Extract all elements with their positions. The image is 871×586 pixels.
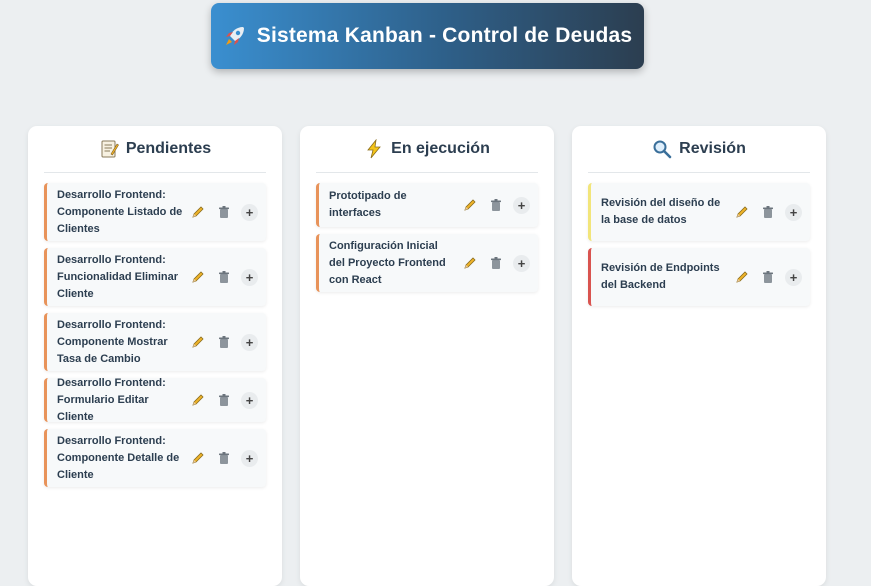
task-card[interactable]: Desarrollo Frontend: Componente Listado … xyxy=(44,183,266,241)
add-button[interactable]: + xyxy=(785,203,802,221)
pencil-icon[interactable] xyxy=(733,204,750,221)
trash-icon[interactable] xyxy=(487,255,504,272)
task-card[interactable]: Revisión de Endpoints del Backend + xyxy=(588,248,810,306)
rocket-icon xyxy=(223,24,247,48)
task-card-text: Configuración Inicial del Proyecto Front… xyxy=(329,239,446,286)
task-card[interactable]: Desarrollo Frontend: Componente Detalle … xyxy=(44,429,266,487)
add-button[interactable]: + xyxy=(241,268,258,286)
trash-icon[interactable] xyxy=(759,269,776,286)
task-card[interactable]: Prototipado de interfaces + xyxy=(316,183,538,227)
task-card[interactable]: Configuración Inicial del Proyecto Front… xyxy=(316,234,538,292)
pencil-icon[interactable] xyxy=(733,269,750,286)
task-card[interactable]: Revisión del diseño de la base de datos … xyxy=(588,183,810,241)
task-card[interactable]: Desarrollo Frontend: Formulario Editar C… xyxy=(44,377,266,423)
task-card[interactable]: Desarrollo Frontend: Componente Mostrar … xyxy=(44,313,266,371)
task-card-text: Desarrollo Frontend: Componente Mostrar … xyxy=(57,318,168,365)
pencil-icon[interactable] xyxy=(189,204,206,221)
pencil-icon[interactable] xyxy=(189,334,206,351)
trash-icon[interactable] xyxy=(215,204,232,221)
pencil-icon[interactable] xyxy=(461,197,478,214)
column-en-ejecucion: En ejecución Prototipado de interfaces +… xyxy=(300,126,554,586)
add-button[interactable]: + xyxy=(785,268,802,286)
app-header: Sistema Kanban - Control de Deudas xyxy=(211,3,644,69)
task-card-text: Revisión del diseño de la base de datos xyxy=(601,197,721,226)
card-list: Prototipado de interfaces + Configuració… xyxy=(316,183,538,299)
card-list: Desarrollo Frontend: Componente Listado … xyxy=(44,183,266,494)
task-card-text: Desarrollo Frontend: Formulario Editar C… xyxy=(57,376,166,423)
task-card[interactable]: Desarrollo Frontend: Funcionalidad Elimi… xyxy=(44,248,266,306)
task-card-text: Desarrollo Frontend: Componente Detalle … xyxy=(57,434,180,481)
lightning-icon xyxy=(364,138,384,159)
column-title: En ejecución xyxy=(391,140,490,157)
column-header: Revisión xyxy=(588,126,810,173)
trash-icon[interactable] xyxy=(215,450,232,467)
trash-icon[interactable] xyxy=(215,334,232,351)
memo-icon xyxy=(99,139,119,159)
task-card-text: Desarrollo Frontend: Componente Listado … xyxy=(57,188,183,235)
pencil-icon[interactable] xyxy=(189,269,206,286)
add-button[interactable]: + xyxy=(241,333,258,351)
column-title: Revisión xyxy=(679,140,746,157)
add-button[interactable]: + xyxy=(241,391,258,409)
column-revision: Revisión Revisión del diseño de la base … xyxy=(572,126,826,586)
trash-icon[interactable] xyxy=(487,197,504,214)
pencil-icon[interactable] xyxy=(189,450,206,467)
add-button[interactable]: + xyxy=(241,449,258,467)
trash-icon[interactable] xyxy=(759,204,776,221)
column-pendientes: Pendientes Desarrollo Frontend: Componen… xyxy=(28,126,282,586)
add-button[interactable]: + xyxy=(513,254,530,272)
task-card-text: Revisión de Endpoints del Backend xyxy=(601,262,720,291)
column-header: Pendientes xyxy=(44,126,266,173)
card-list: Revisión del diseño de la base de datos … xyxy=(588,183,810,313)
column-header: En ejecución xyxy=(316,126,538,173)
pencil-icon[interactable] xyxy=(461,255,478,272)
add-button[interactable]: + xyxy=(513,196,530,214)
task-card-text: Desarrollo Frontend: Funcionalidad Elimi… xyxy=(57,253,179,300)
column-title: Pendientes xyxy=(125,140,212,157)
trash-icon[interactable] xyxy=(215,392,232,409)
magnifier-icon xyxy=(652,139,672,159)
task-card-text: Prototipado de interfaces xyxy=(329,190,407,219)
trash-icon[interactable] xyxy=(215,269,232,286)
page-title: Sistema Kanban - Control de Deudas xyxy=(256,24,633,47)
add-button[interactable]: + xyxy=(241,203,258,221)
pencil-icon[interactable] xyxy=(189,392,206,409)
